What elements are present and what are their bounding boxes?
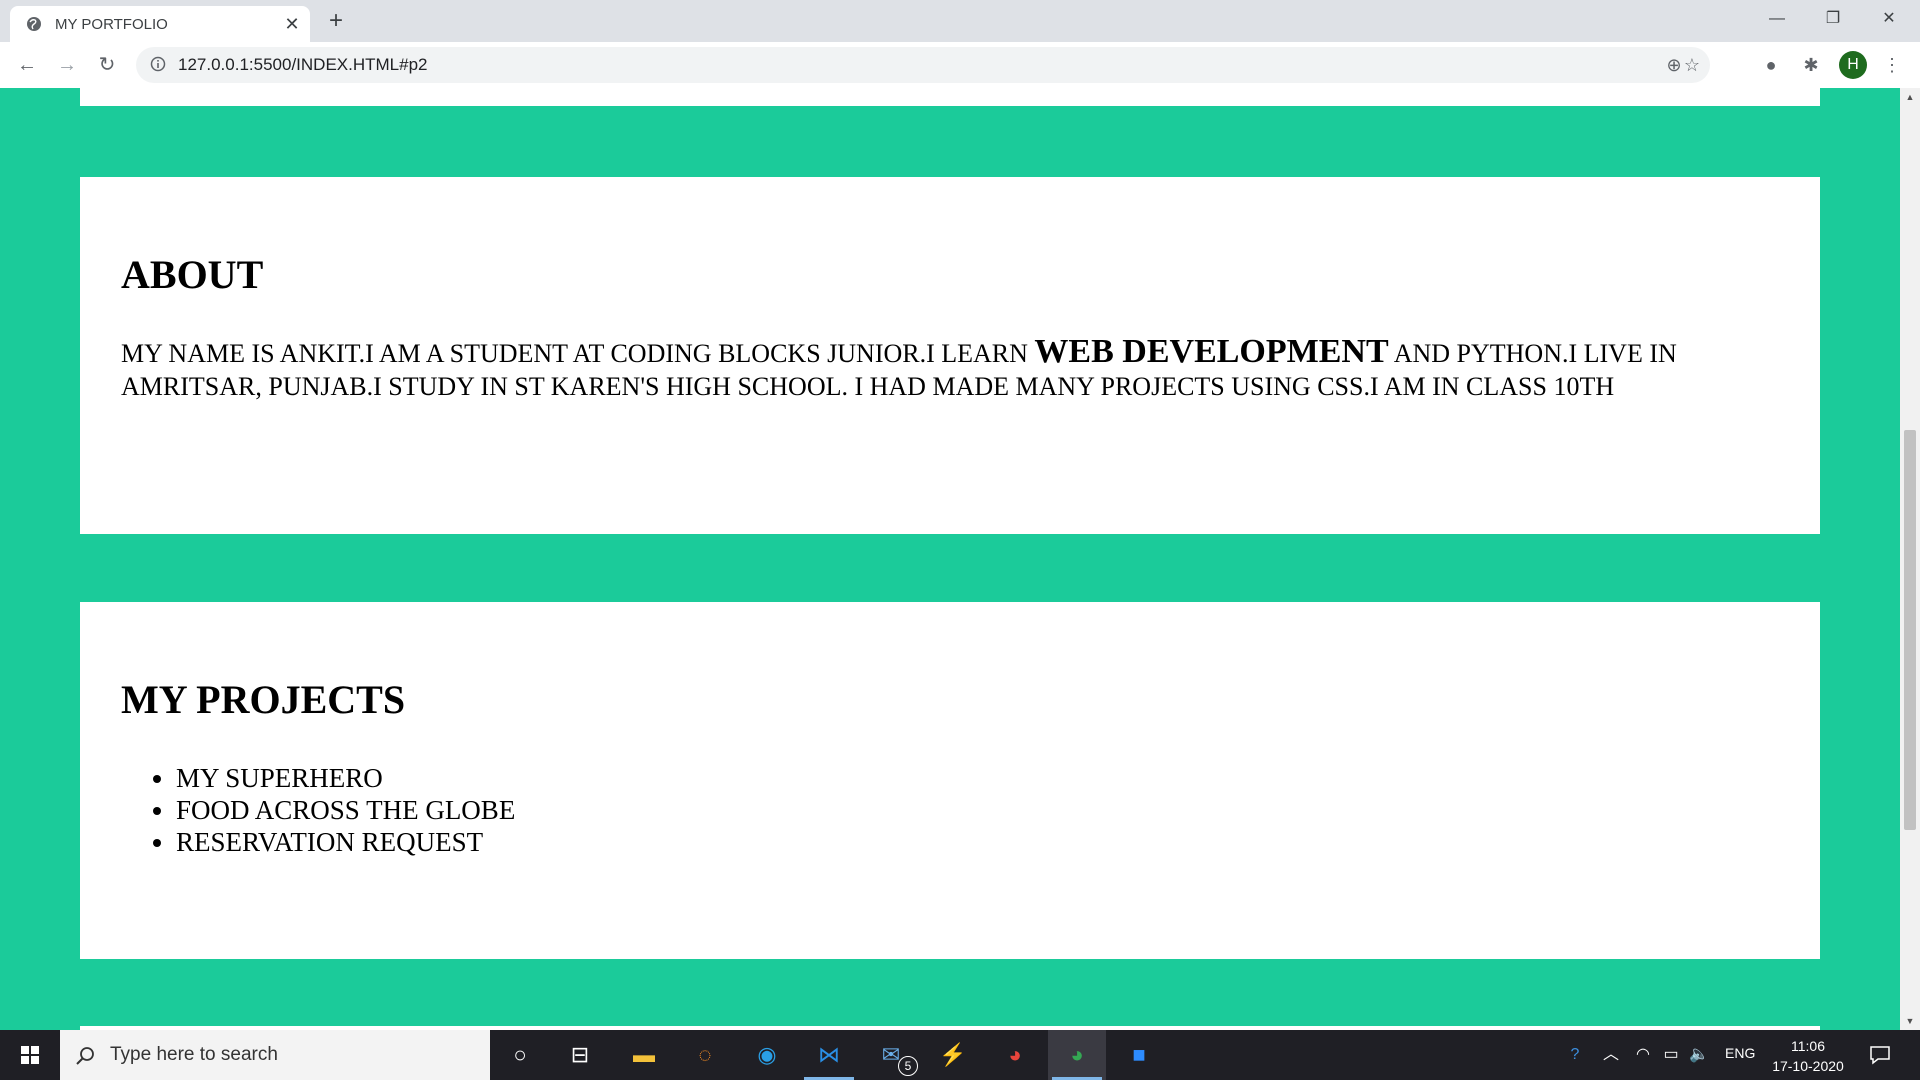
browser-tab-strip: MY PORTFOLIO ✕ + — ❐ ✕: [0, 0, 1920, 42]
about-text-bold: WEB DEVELOPMENT: [1034, 333, 1389, 370]
show-hidden-icons-chevron-icon[interactable]: ︿: [1600, 1044, 1622, 1066]
info-icon[interactable]: [150, 56, 166, 72]
file-explorer-icon[interactable]: ▬: [627, 1039, 661, 1071]
restore-button[interactable]: ❐: [1810, 0, 1856, 38]
edge-browser-icon[interactable]: ◉: [750, 1039, 784, 1071]
project-item: FOOD ACROSS THE GLOBE: [176, 794, 515, 826]
url-text[interactable]: 127.0.0.1:5500/INDEX.HTML#p2: [178, 55, 427, 75]
clock-date: 17-10-2020: [1772, 1058, 1844, 1074]
about-paragraph: MY NAME IS ANKIT.I AM A STUDENT AT CODIN…: [121, 335, 1801, 403]
task-view-icon[interactable]: ⊟: [563, 1039, 597, 1071]
projects-heading: MY PROJECTS: [121, 677, 406, 722]
page-viewport: ABOUT MY NAME IS ANKIT.I AM A STUDENT AT…: [0, 88, 1900, 1030]
clock-time: 11:06: [1791, 1038, 1825, 1054]
windows-taskbar: Type here to search ○ ⊟ ▬ ◌ ◉ ⋈ ✉ 5 ⚡ ◕ …: [0, 1030, 1920, 1080]
about-heading: ABOUT: [121, 252, 264, 297]
taskbar-search-box[interactable]: Type here to search: [60, 1030, 490, 1080]
help-icon[interactable]: ?: [1562, 1044, 1588, 1066]
forward-button[interactable]: →: [52, 50, 82, 80]
bookmark-star-icon[interactable]: ☆: [1680, 53, 1704, 77]
scroll-down-arrow-icon[interactable]: ▼: [1900, 1012, 1920, 1030]
extension-circle-icon[interactable]: ●: [1759, 53, 1783, 77]
mail-badge: 5: [898, 1056, 918, 1076]
chrome-profile-icon[interactable]: ◕: [998, 1039, 1032, 1071]
tab-title: MY PORTFOLIO: [55, 16, 168, 33]
scrollbar-thumb[interactable]: [1904, 430, 1916, 830]
about-text-start: MY NAME IS ANKIT.I AM A STUDENT AT CODIN…: [121, 339, 1035, 368]
project-item: RESERVATION REQUEST: [176, 826, 515, 858]
tab-my-portfolio[interactable]: MY PORTFOLIO ✕: [10, 6, 310, 42]
language-indicator[interactable]: ENG: [1725, 1045, 1755, 1061]
previous-card-edge: [80, 88, 1820, 106]
battery-icon[interactable]: ▭: [1660, 1044, 1682, 1066]
zoom-app-icon[interactable]: ■: [1122, 1039, 1156, 1071]
projects-section: MY PROJECTS MY SUPERHERO FOOD ACROSS THE…: [80, 602, 1820, 959]
extensions-puzzle-icon[interactable]: ✱: [1799, 53, 1823, 77]
minimize-button[interactable]: —: [1754, 0, 1800, 38]
about-section: ABOUT MY NAME IS ANKIT.I AM A STUDENT AT…: [80, 177, 1820, 534]
address-bar[interactable]: 127.0.0.1:5500/INDEX.HTML#p2 ⊕ ☆: [136, 47, 1710, 83]
search-icon: [76, 1047, 94, 1065]
cortana-icon[interactable]: ○: [503, 1039, 537, 1071]
volume-icon[interactable]: 🔈: [1688, 1044, 1710, 1066]
vscode-icon[interactable]: ⋈: [812, 1039, 846, 1071]
new-tab-button[interactable]: +: [322, 8, 350, 36]
windows-start-icon[interactable]: [0, 1030, 60, 1080]
powerautomate-icon[interactable]: ⚡: [936, 1039, 970, 1071]
projects-list: MY SUPERHERO FOOD ACROSS THE GLOBE RESER…: [121, 762, 515, 858]
wifi-icon[interactable]: ◠: [1632, 1044, 1654, 1066]
page-scrollbar[interactable]: ▲ ▼: [1900, 88, 1920, 1030]
jupyter-icon[interactable]: ◌: [688, 1039, 722, 1071]
project-item: MY SUPERHERO: [176, 762, 515, 794]
reload-button[interactable]: ↻: [92, 50, 122, 80]
close-tab-icon[interactable]: ✕: [280, 12, 304, 36]
close-window-button[interactable]: ✕: [1866, 0, 1912, 38]
chrome-active-icon[interactable]: ◕: [1060, 1039, 1094, 1071]
globe-icon: [27, 17, 41, 31]
browser-toolbar: ← → ↻ 127.0.0.1:5500/INDEX.HTML#p2 ⊕ ☆ ●…: [0, 42, 1920, 89]
search-placeholder[interactable]: Type here to search: [110, 1044, 278, 1066]
notifications-icon[interactable]: [1868, 1043, 1892, 1067]
back-button[interactable]: ←: [12, 50, 42, 80]
menu-kebab-icon[interactable]: ⋮: [1880, 53, 1904, 77]
profile-avatar[interactable]: H: [1839, 51, 1867, 79]
scroll-up-arrow-icon[interactable]: ▲: [1900, 88, 1920, 106]
system-clock[interactable]: 11:06 17-10-2020: [1768, 1036, 1848, 1076]
